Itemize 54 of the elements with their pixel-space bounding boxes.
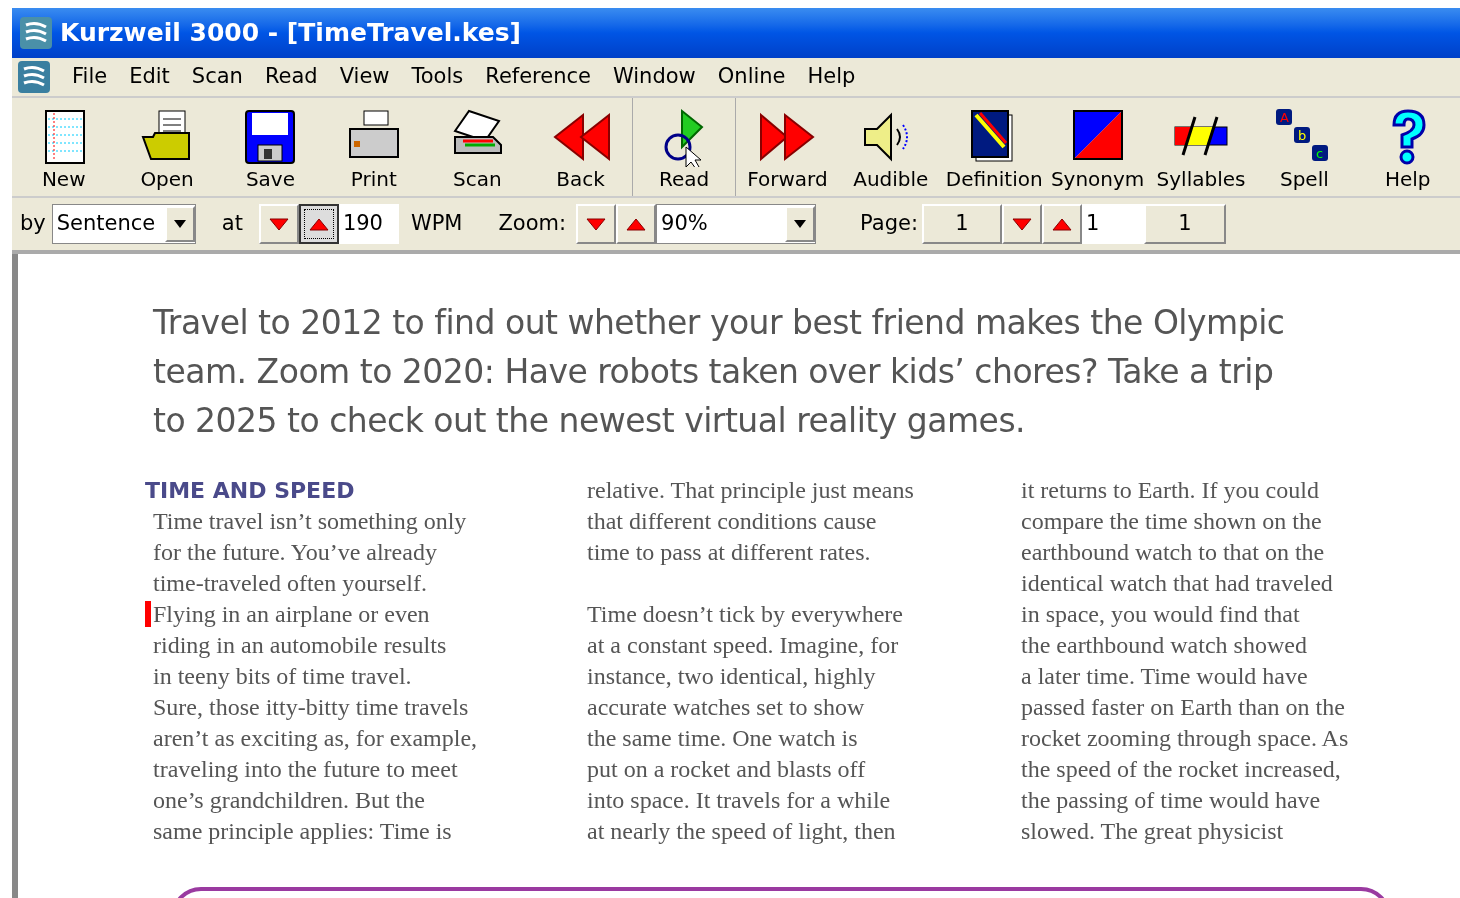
menu-item[interactable]: Read bbox=[264, 61, 318, 93]
reading-unit-dropdown[interactable]: Sentence bbox=[51, 204, 196, 244]
dropdown-caret-icon bbox=[794, 220, 807, 228]
body-paragraph: Time doesn’t tick by everywhere at a constant speed. Imagine, for instance, two identical, highly accurate watches set to show the same time. One watch is put on a rocket and blasts off into space. It travels for a while at nearly the speed of light, then bbox=[586, 600, 904, 846]
window-title: Kurzweil 3000 - [TimeTravel.kes] bbox=[60, 17, 521, 50]
menu-item[interactable]: Window bbox=[613, 61, 696, 93]
menu-item[interactable]: File bbox=[72, 61, 108, 93]
headline: Travel to 2012 to find out whether your best friend makes the Olympic team. Zoom to 2020: Have robots taken over kids’ chores? Take a trip to 2025 to check out the newest virtual reality games. bbox=[153, 302, 1286, 442]
menu-item[interactable]: Online bbox=[717, 61, 786, 93]
zoom-out-button[interactable] bbox=[576, 204, 617, 244]
zoom-label: Zoom: bbox=[498, 210, 567, 238]
previous-page-button[interactable] bbox=[1001, 204, 1042, 244]
page-total: 1 bbox=[1143, 204, 1226, 244]
menu-item[interactable]: Reference bbox=[485, 61, 591, 93]
triangle-down-icon bbox=[1010, 215, 1033, 233]
page-number: 1 bbox=[921, 204, 1002, 244]
toolbar-button[interactable]: Read bbox=[632, 98, 736, 196]
next-page-button[interactable] bbox=[1041, 204, 1082, 244]
body-paragraph: relative. That principle just means that different conditions cause time to pass at different rates. bbox=[586, 476, 915, 567]
toolbar-button[interactable]: Definition bbox=[942, 98, 1046, 196]
toolbar-button[interactable]: New bbox=[12, 98, 116, 196]
triangle-down-icon bbox=[267, 215, 290, 233]
toolbar-button[interactable]: Syllables bbox=[1149, 98, 1253, 196]
toolbar-button[interactable]: Audible bbox=[839, 98, 943, 196]
menu-item[interactable]: View bbox=[339, 61, 390, 93]
speed-field[interactable]: 190 bbox=[338, 204, 399, 244]
at-label: at bbox=[221, 210, 243, 238]
app-logo-icon bbox=[18, 61, 50, 93]
page-field[interactable]: 1 bbox=[1081, 204, 1144, 244]
zoom-dropdown[interactable]: 90% bbox=[656, 204, 817, 244]
toolbar-button[interactable]: Save bbox=[218, 98, 323, 196]
menu-item[interactable]: Scan bbox=[191, 61, 243, 93]
menu-item[interactable]: Help bbox=[807, 61, 856, 93]
toolbar-button[interactable]: Open bbox=[115, 98, 219, 196]
section-heading: TIME AND SPEED bbox=[145, 477, 356, 505]
zoom-in-button[interactable] bbox=[616, 204, 657, 244]
toolbar-button[interactable]: Help bbox=[1356, 98, 1460, 196]
page-label: Page: bbox=[860, 210, 918, 238]
triangle-down-icon bbox=[585, 215, 608, 233]
body-paragraph: it returns to Earth. If you could compare the time shown on the earthbound watch to that on the identical watch that had traveled in space, you would find that the earthbound watch showed a later time. Time would have passed faster on Earth than on the rocket zooming through space. As the speed of the rocket increased, the passing of time would have slowed. The great physicist bbox=[1020, 476, 1350, 846]
body-paragraph: Time travel isn’t something only for the future. You’ve already time-traveled often yourself. Flying in an airplane or even riding in an automobile results in teeny bits of time travel. Sure, those itty-bitty time travels aren’t as exciting as, for example, traveling into the future to meet one’s grandchildren. But the same principle applies: Time is bbox=[145, 506, 541, 847]
speed-button[interactable] bbox=[298, 204, 339, 244]
by-label: by bbox=[20, 210, 46, 238]
toolbar-button[interactable]: Back bbox=[528, 98, 633, 196]
menu-item[interactable]: Tools bbox=[411, 61, 464, 93]
toolbar-button[interactable]: A b c Spell bbox=[1252, 98, 1357, 196]
toolbar-button[interactable]: Print bbox=[322, 98, 426, 196]
speed-unit-label: WPM bbox=[410, 210, 463, 238]
app-logo-icon bbox=[20, 17, 52, 49]
menu-item[interactable]: Edit bbox=[129, 61, 170, 93]
dropdown-caret-icon bbox=[173, 220, 186, 228]
toolbar-button[interactable]: Scan bbox=[425, 98, 529, 196]
toolbar-button[interactable]: Synonym bbox=[1045, 98, 1150, 196]
toolbar-button[interactable]: Forward bbox=[735, 98, 840, 196]
